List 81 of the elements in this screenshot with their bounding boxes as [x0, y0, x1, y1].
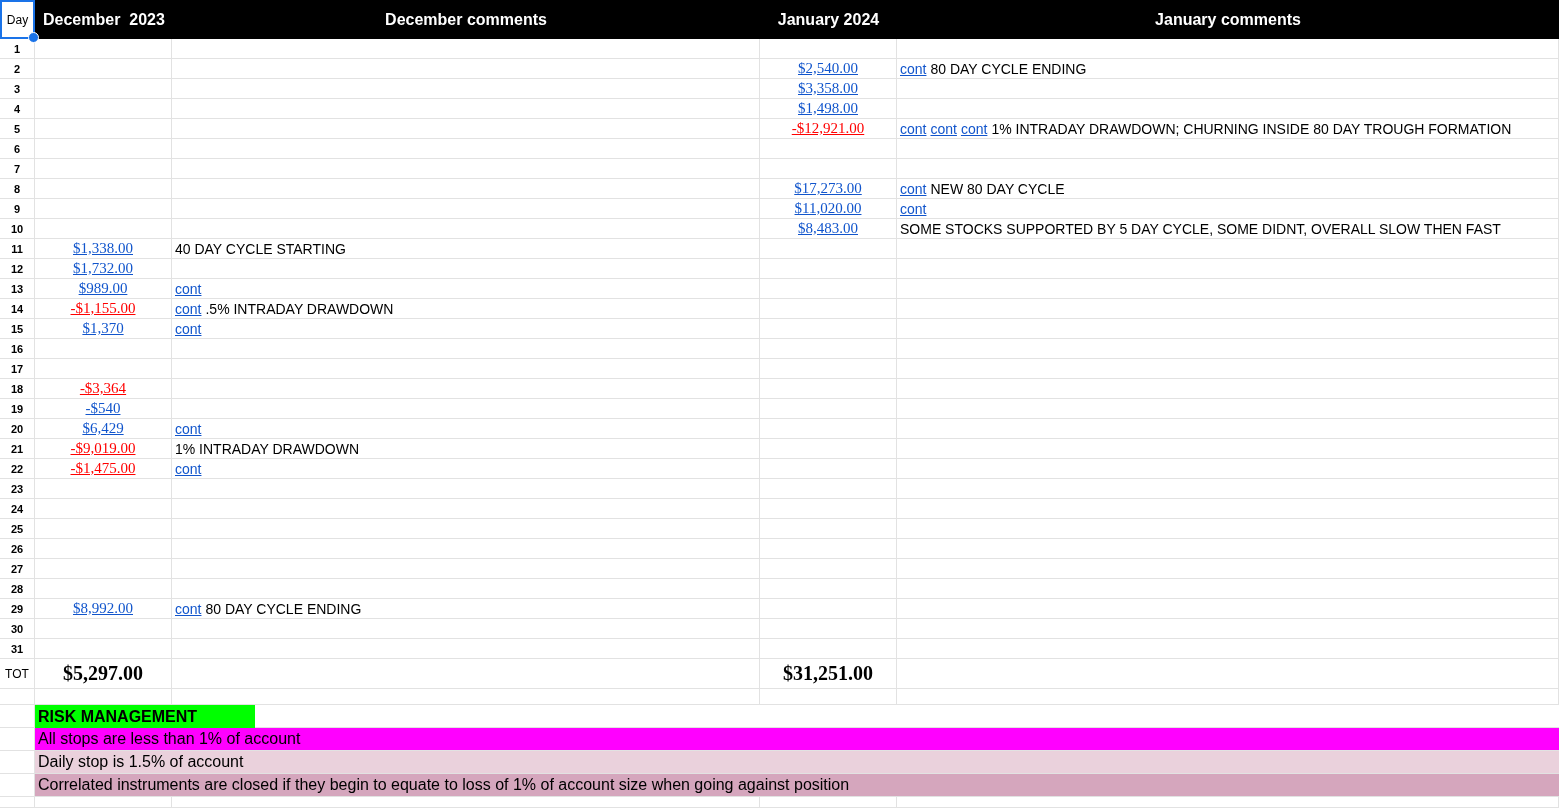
cont-link[interactable]: cont [175, 600, 202, 617]
rule-text: Correlated instruments are closed if they begin to equate to loss of 1% of account size when going against position [35, 774, 1559, 797]
column-header: January comments [897, 0, 1559, 39]
comment-text: 80 DAY CYCLE ENDING [205, 600, 362, 617]
amount-link[interactable]: $1,498.00 [798, 100, 858, 117]
amount-link[interactable]: -$9,019.00 [70, 440, 136, 457]
row-number: 8 [13, 182, 21, 195]
comment-text: 40 DAY CYCLE STARTING [175, 240, 346, 257]
row-number: 14 [10, 302, 24, 315]
amount-link[interactable]: $2,540.00 [798, 60, 858, 77]
amount-link[interactable]: $8,992.00 [73, 600, 133, 617]
row-number: 1 [13, 42, 21, 55]
comment-text: SOME STOCKS SUPPORTED BY 5 DAY CYCLE, SOME DIDNT, OVERALL SLOW THEN FAST [900, 220, 1501, 237]
row-number: 28 [10, 582, 24, 595]
row-number: 5 [13, 122, 21, 135]
total-value: $31,251.00 [783, 662, 873, 685]
row-number: 27 [10, 562, 24, 575]
amount-link[interactable]: $1,338.00 [73, 240, 133, 257]
cont-link[interactable]: cont [900, 180, 927, 197]
column-header: January 2024 [760, 0, 897, 39]
total-label: TOT [5, 666, 29, 681]
row-number: 24 [10, 502, 24, 515]
amount-link[interactable]: $6,429 [82, 420, 124, 437]
rule-text: All stops are less than 1% of account [35, 728, 1559, 751]
row-number: 22 [10, 462, 24, 475]
cont-link[interactable]: cont [175, 460, 202, 477]
total-value: $5,297.00 [63, 662, 143, 685]
row-number: 2 [13, 62, 21, 75]
row-number: 26 [10, 542, 24, 555]
amount-link[interactable]: -$12,921.00 [791, 120, 865, 137]
cont-link[interactable]: cont [960, 120, 988, 137]
column-header: December 2023 [35, 0, 172, 39]
cont-link[interactable]: cont [175, 320, 202, 337]
comment-text: 1% INTRADAY DRAWDOWN [175, 440, 360, 457]
comment-text: NEW 80 DAY CYCLE [930, 180, 1065, 197]
row-number: 16 [10, 342, 24, 355]
cont-link[interactable]: cont [930, 120, 957, 137]
row-number: 29 [10, 602, 24, 615]
cont-link[interactable]: cont [175, 300, 202, 317]
row-number: 17 [10, 362, 24, 375]
cont-link[interactable]: cont [900, 60, 927, 77]
row-number: 11 [11, 242, 23, 255]
amount-link[interactable]: -$1,155.00 [70, 300, 136, 317]
row-number: 20 [10, 422, 24, 435]
cont-link[interactable]: cont [900, 120, 927, 137]
row-number: 30 [10, 622, 24, 635]
section-title: RISK MANAGEMENT [35, 705, 255, 728]
amount-link[interactable]: -$3,364 [79, 380, 127, 397]
amount-link[interactable]: -$1,475.00 [70, 460, 136, 477]
row-number: 23 [10, 482, 24, 495]
row-number: 12 [10, 262, 24, 275]
amount-link[interactable]: $8,483.00 [798, 220, 858, 237]
rule-text: Daily stop is 1.5% of account [35, 751, 1559, 774]
amount-link[interactable]: $1,732.00 [73, 260, 133, 277]
cont-link[interactable]: cont [175, 420, 202, 437]
comment-text: .5% INTRADAY DRAWDOWN [205, 300, 394, 317]
row-number: 21 [10, 442, 24, 455]
row-number: 6 [13, 142, 21, 155]
row-number: 25 [10, 522, 24, 535]
cont-link[interactable]: cont [175, 280, 202, 297]
row-number: 9 [13, 202, 21, 215]
amount-link[interactable]: $3,358.00 [798, 80, 858, 97]
amount-link[interactable]: -$540 [85, 400, 121, 417]
column-header: December comments [172, 0, 760, 39]
amount-link[interactable]: $17,273.00 [794, 180, 862, 197]
amount-link[interactable]: $11,020.00 [794, 200, 862, 217]
amount-link[interactable]: $989.00 [78, 280, 128, 297]
row-number: 4 [13, 102, 21, 115]
row-number: 13 [10, 282, 24, 295]
row-number: 15 [10, 322, 24, 335]
table-cell [0, 797, 35, 808]
row-number: 7 [13, 162, 21, 175]
row-number: 31 [10, 642, 24, 655]
row-number: 18 [10, 382, 24, 395]
row-number: 19 [10, 402, 24, 415]
amount-link[interactable]: $1,370 [82, 320, 124, 337]
row-number: 10 [10, 222, 24, 235]
cont-link[interactable]: cont [900, 200, 927, 217]
row-number: 3 [13, 82, 21, 95]
comment-text: 1% INTRADAY DRAWDOWN; CHURNING INSIDE 80 DAY TROUGH FORMATION [991, 120, 1512, 137]
comment-text: 80 DAY CYCLE ENDING [930, 60, 1087, 77]
